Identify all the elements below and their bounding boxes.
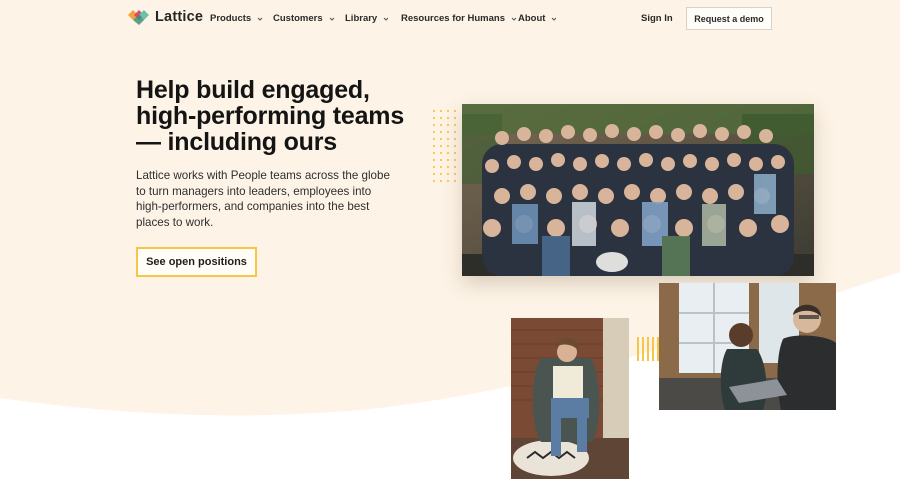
page-title: Help build engaged, high-performing team… (136, 77, 416, 155)
headline-line: Help build engaged, (136, 76, 370, 104)
chevron-down-icon (511, 17, 517, 21)
menu-item-products[interactable]: Products (210, 13, 273, 24)
see-open-positions-button[interactable]: See open positions (136, 247, 257, 277)
menu-item-label: Resources for Humans (401, 13, 506, 24)
team-group-photo (462, 104, 814, 276)
chevron-down-icon (383, 17, 389, 21)
menu-item-about[interactable]: About (518, 13, 568, 24)
employee-chair-photo (511, 318, 629, 479)
request-demo-button[interactable]: Request a demo (686, 7, 772, 30)
headline-line: — including ours (136, 128, 337, 156)
menu-item-label: Library (345, 13, 378, 24)
headline-line: high-performing teams (136, 102, 405, 130)
line-pattern-decoration (637, 337, 659, 361)
dot-pattern-decoration (432, 109, 457, 183)
employees-laptop-photo (659, 283, 836, 410)
hero-subtext: Lattice works with People teams across t… (136, 169, 390, 229)
menu-item-label: Customers (273, 13, 323, 24)
menu-item-customers[interactable]: Customers (273, 13, 345, 24)
chevron-down-icon (329, 17, 334, 21)
menu-item-resources[interactable]: Resources for Humans (401, 13, 518, 24)
top-nav: Lattice Products Customers Library Resou… (0, 0, 900, 40)
chevron-down-icon (257, 17, 263, 21)
logo-text: Lattice (155, 9, 204, 25)
menu-item-library[interactable]: Library (345, 13, 401, 24)
menu-item-label: About (518, 13, 546, 24)
menu-item-label: Products (210, 13, 252, 24)
sign-in-link[interactable]: Sign In (641, 13, 673, 24)
logo[interactable]: Lattice (128, 9, 203, 25)
main-menu: Products Customers Library Resources for… (210, 13, 568, 24)
lattice-logo-icon (128, 10, 149, 25)
chevron-down-icon (552, 17, 557, 21)
